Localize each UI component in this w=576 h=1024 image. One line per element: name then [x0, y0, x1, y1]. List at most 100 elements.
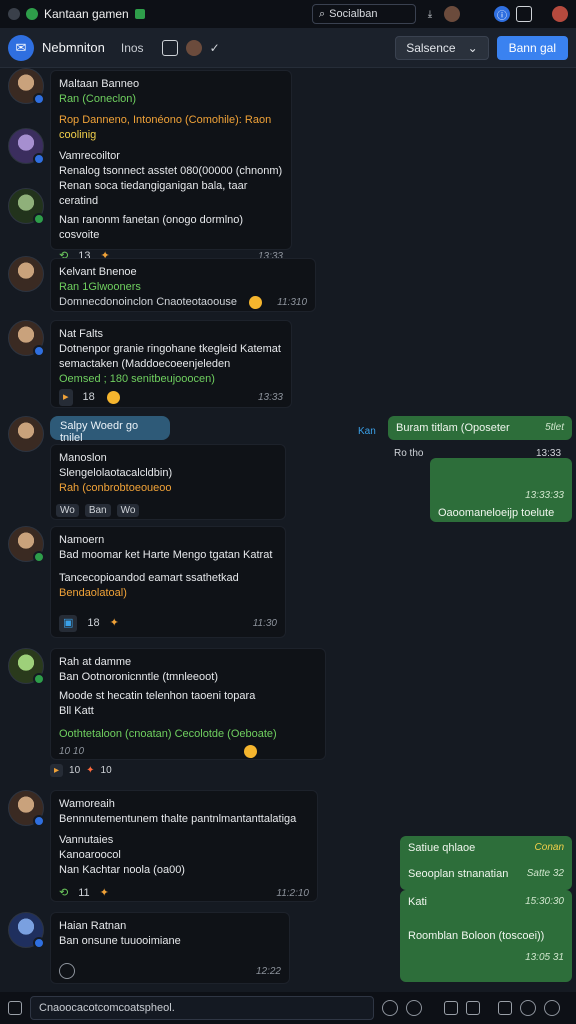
- select-label: Salsence: [406, 40, 456, 55]
- message-card[interactable]: Wamoreaih Bennnutementunem thalte pantnl…: [50, 790, 318, 902]
- avatar[interactable]: [8, 912, 45, 949]
- message-line: Bad moomar ket Harte Mengo tgatan Katrat: [59, 549, 273, 561]
- settings-icon[interactable]: [520, 1000, 536, 1016]
- message-line: Rah at damme: [59, 656, 132, 668]
- profile-avatar-icon[interactable]: [552, 6, 568, 22]
- message-card[interactable]: Haian Ratnan Ban onsune tuuooimiane 12:2…: [50, 912, 290, 984]
- download-icon[interactable]: ⤓: [422, 6, 438, 22]
- app-title: Kantaan gamen: [44, 7, 129, 21]
- attachment-icon[interactable]: ▣: [59, 615, 78, 632]
- user-avatar-icon[interactable]: [444, 6, 460, 22]
- member-avatar-icon[interactable]: [185, 39, 202, 56]
- message-input[interactable]: Cnaoocacotcomcoatspheol.: [30, 996, 374, 1020]
- reaction-icon[interactable]: ▸: [50, 764, 64, 777]
- timestamp: 11:310: [277, 297, 307, 308]
- message-line: Rah (conbrobtoeoueoo: [59, 482, 172, 494]
- search-icon[interactable]: [382, 1000, 398, 1016]
- search-icon: ⌕: [319, 7, 326, 20]
- message-line: Nan Kachtar noola (oa00): [59, 864, 185, 876]
- outgoing-text: Kati: [408, 896, 427, 908]
- message-line: coolinig: [59, 129, 97, 141]
- outgoing-message[interactable]: 13:33:33 Oaoomaneloeijp toelute: [430, 458, 572, 522]
- outgoing-message[interactable]: Buram titlam (Oposeter 5tlet: [388, 416, 572, 440]
- avatar[interactable]: [8, 188, 45, 225]
- outgoing-message[interactable]: Kati 15:30:30 Roomblan Boloon (toscoei))…: [400, 890, 572, 982]
- primary-button[interactable]: Bann gal: [496, 35, 568, 60]
- message-line: Domnecdonoinclon Cnaoteotaoouse: [59, 296, 237, 308]
- edit-icon[interactable]: [134, 9, 145, 19]
- emoji-icon[interactable]: [406, 1000, 422, 1016]
- message-meta: 10 10: [59, 744, 317, 759]
- avatar[interactable]: [8, 790, 45, 827]
- highlighted-message[interactable]: Salpy Woedr go tnilel: [50, 416, 170, 444]
- message-card[interactable]: Namoern Bad moomar ket Harte Mengo tgata…: [50, 526, 286, 638]
- avatar[interactable]: [8, 256, 44, 292]
- clipboard-icon[interactable]: [466, 1001, 480, 1015]
- status-icon: [26, 8, 38, 20]
- image-icon[interactable]: [498, 1001, 512, 1015]
- reaction-count: 10: [100, 765, 112, 776]
- timestamp: 11:2:10: [276, 888, 309, 899]
- message-line: Renalog tsonnect asstet 080(00000 (chnon…: [59, 165, 283, 177]
- status-icon: [33, 673, 45, 685]
- message-card[interactable]: Kelvant Bnenoe Ran 1Glwooners Domnecdono…: [50, 258, 316, 312]
- app-icon: [8, 8, 20, 20]
- info-icon[interactable]: ⓘ: [494, 6, 510, 22]
- highlight-text: Salpy Woedr go tnilel: [60, 420, 139, 444]
- timestamp: Satte 32: [526, 868, 564, 879]
- chat-area[interactable]: Maltaan Banneo Ran (Coneclon) Rop Dannen…: [0, 68, 576, 992]
- message-line: Renan soca tiedangiganigan bala, taar: [59, 180, 248, 192]
- message-line: Wamoreaih: [59, 798, 115, 810]
- message-meta: Domnecdonoinclon Cnaoteotaoouse 11:310: [59, 295, 307, 310]
- tag[interactable]: Wo: [56, 504, 79, 517]
- composer: Cnaoocacotcomcoatspheol.: [0, 992, 576, 1024]
- check-icon: ✓: [209, 40, 220, 55]
- mic-icon[interactable]: [544, 1000, 560, 1016]
- message-card[interactable]: Rah at damme Ban Ootnoronicnntle (tmnlee…: [50, 648, 326, 760]
- chat-logo-icon[interactable]: ✉: [8, 34, 34, 61]
- message-line: Nat Falts: [59, 328, 104, 340]
- tag[interactable]: Ban: [84, 504, 111, 517]
- camera-icon[interactable]: [161, 39, 178, 56]
- message-line: Oothtetaloon (cnoatan) Cecolotde (Oeboat…: [59, 728, 277, 740]
- reaction-icon[interactable]: ✦: [86, 765, 94, 776]
- message-meta: ▸ 18 13:33: [59, 389, 283, 406]
- message-line: Ban Ootnoronicnntle (tmnleeoot): [59, 671, 218, 683]
- attach-icon[interactable]: [8, 1001, 22, 1015]
- attachment-icon[interactable]: ▸: [59, 389, 73, 406]
- message-placeholder: Cnaoocacotcomcoatspheol.: [39, 1002, 175, 1014]
- gif-icon[interactable]: [444, 1001, 458, 1015]
- search-box[interactable]: ⌕ Socialban: [312, 4, 416, 24]
- message-line: Bll Katt: [59, 705, 94, 717]
- avatar[interactable]: [8, 648, 45, 685]
- outgoing-message[interactable]: Satiue qhlaoe Conan Seooplan stnanatian …: [400, 836, 572, 890]
- avatar[interactable]: [8, 320, 45, 357]
- link-icon[interactable]: ⟲: [59, 886, 68, 901]
- chat-sub[interactable]: Inos: [121, 41, 144, 55]
- reaction-icon[interactable]: ✦: [100, 886, 109, 901]
- chat-header: ✉ Nebmniton Inos ✓ Salsence ⌄ Bann gal: [0, 28, 576, 68]
- tag[interactable]: Wo: [116, 504, 140, 517]
- reaction-icon[interactable]: ✦: [110, 616, 119, 631]
- chat-name[interactable]: Nebmniton: [42, 40, 105, 55]
- avatar[interactable]: [8, 416, 44, 452]
- message-card[interactable]: Maltaan Banneo Ran (Coneclon) Rop Dannen…: [50, 70, 292, 262]
- message-meta: ⟲ 11 ✦ 11:2:10: [59, 886, 309, 901]
- search-label: Socialban: [329, 8, 378, 20]
- avatar[interactable]: [8, 68, 45, 105]
- emoji-icon: [248, 296, 262, 309]
- reply-count: 18: [87, 617, 100, 629]
- avatar[interactable]: [8, 526, 45, 563]
- message-meta: 12:22: [59, 963, 281, 979]
- select-dropdown[interactable]: Salsence ⌄: [395, 35, 489, 60]
- avatar[interactable]: [8, 128, 45, 165]
- message-line: Ban onsune tuuooimiane: [59, 935, 181, 947]
- clock-icon: [59, 963, 75, 979]
- message-line: Vamrecoiltor: [59, 150, 120, 162]
- message-line: ceratind: [59, 195, 99, 207]
- outgoing-text: Roomblan Boloon (toscoei)): [408, 930, 545, 942]
- message-card[interactable]: Nat Falts Dotnenpor granie ringohane tke…: [50, 320, 292, 408]
- reply-count: 18: [82, 391, 95, 403]
- window-icon[interactable]: [516, 6, 532, 22]
- emoji-icon: [106, 391, 120, 404]
